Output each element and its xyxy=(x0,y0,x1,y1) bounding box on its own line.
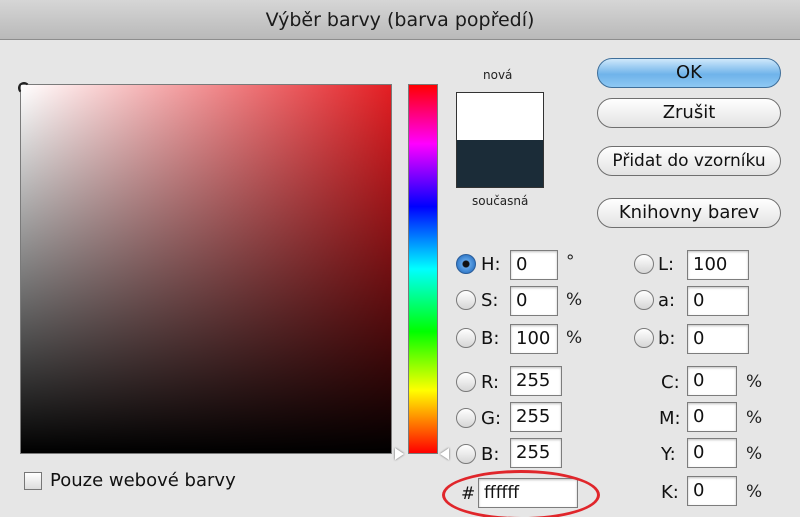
dialog-title: Výběr barvy (barva popředí) xyxy=(0,0,800,40)
input-a[interactable]: 0 xyxy=(687,286,749,316)
preview-new-label: nová xyxy=(483,68,513,82)
label-lab-b: b: xyxy=(658,328,676,349)
preview-current-swatch[interactable] xyxy=(457,140,543,187)
input-h[interactable]: 0 xyxy=(510,250,558,280)
input-k[interactable]: 0 xyxy=(687,476,737,506)
input-b-blue[interactable]: 255 xyxy=(510,438,562,468)
input-g[interactable]: 255 xyxy=(510,402,562,432)
label-c: C: xyxy=(661,372,680,393)
input-m[interactable]: 0 xyxy=(687,402,737,432)
label-y: Y: xyxy=(661,444,676,465)
label-k: K: xyxy=(661,482,679,503)
radio-h[interactable] xyxy=(456,254,476,274)
radio-l[interactable] xyxy=(634,254,654,274)
radio-g[interactable] xyxy=(456,408,476,428)
preview-current-label: současná xyxy=(472,194,529,208)
input-s[interactable]: 0 xyxy=(510,286,558,316)
unit-m: % xyxy=(746,408,763,428)
hex-highlight-ellipse xyxy=(442,470,600,517)
label-r: R: xyxy=(481,372,500,393)
input-lab-b[interactable]: 0 xyxy=(687,324,749,354)
hue-slider[interactable] xyxy=(408,84,438,454)
ok-button[interactable]: OK xyxy=(597,58,781,88)
color-preview xyxy=(456,92,544,188)
input-y[interactable]: 0 xyxy=(687,438,737,468)
label-a: a: xyxy=(658,290,676,311)
hue-slider-right-arrow-icon[interactable] xyxy=(440,448,449,460)
label-b-brightness: B: xyxy=(481,328,500,349)
preview-new-swatch xyxy=(457,93,543,140)
label-g: G: xyxy=(481,408,502,429)
unit-h: ° xyxy=(566,252,575,272)
cancel-button[interactable]: Zrušit xyxy=(597,98,781,128)
unit-s: % xyxy=(566,290,583,310)
web-colors-checkbox[interactable] xyxy=(24,472,42,490)
unit-c: % xyxy=(746,372,763,392)
label-s: S: xyxy=(481,290,499,311)
web-colors-label[interactable]: Pouze webové barvy xyxy=(50,470,236,491)
unit-y: % xyxy=(746,444,763,464)
radio-r[interactable] xyxy=(456,372,476,392)
label-l: L: xyxy=(658,254,675,275)
unit-b-brightness: % xyxy=(566,328,583,348)
color-field[interactable] xyxy=(20,84,392,454)
radio-lab-b[interactable] xyxy=(634,328,654,348)
radio-b-blue[interactable] xyxy=(456,444,476,464)
unit-k: % xyxy=(746,482,763,502)
radio-b-brightness[interactable] xyxy=(456,328,476,348)
add-to-swatches-button[interactable]: Přidat do vzorníku xyxy=(597,146,781,176)
input-b-brightness[interactable]: 100 xyxy=(510,324,558,354)
label-m: M: xyxy=(659,408,681,429)
radio-a[interactable] xyxy=(634,290,654,310)
input-r[interactable]: 255 xyxy=(510,366,562,396)
radio-s[interactable] xyxy=(456,290,476,310)
label-h: H: xyxy=(481,254,501,275)
color-field-marker[interactable] xyxy=(18,82,30,94)
input-l[interactable]: 100 xyxy=(687,250,749,280)
hue-slider-left-arrow-icon[interactable] xyxy=(395,448,404,460)
input-c[interactable]: 0 xyxy=(687,366,737,396)
label-b-blue: B: xyxy=(481,444,500,465)
color-libraries-button[interactable]: Knihovny barev xyxy=(597,198,781,228)
